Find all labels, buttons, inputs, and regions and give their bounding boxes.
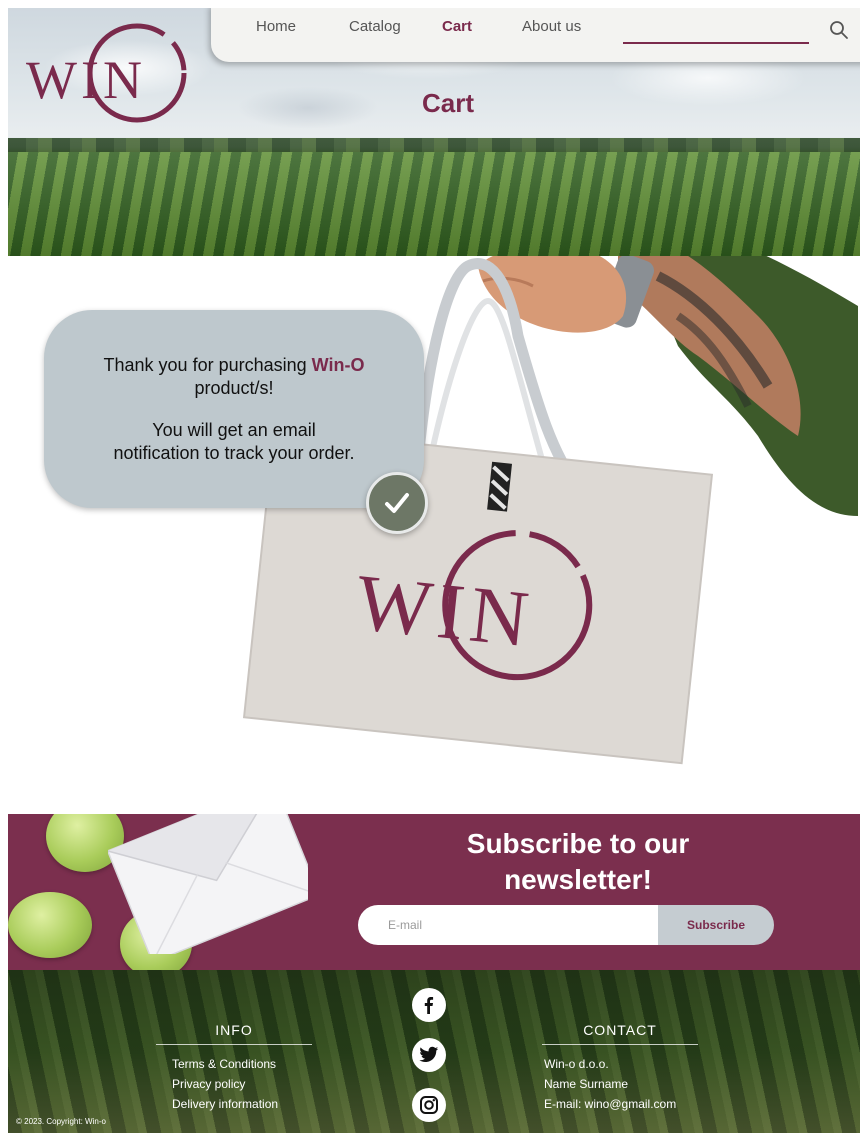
- social-links: [412, 988, 448, 1133]
- page-title: Cart: [421, 88, 474, 118]
- contact-email[interactable]: E-mail: wino@gmail.com: [544, 1097, 698, 1111]
- privacy-link[interactable]: Privacy policy: [172, 1077, 312, 1091]
- newsletter-title: Subscribe to our newsletter!: [466, 828, 690, 895]
- footer-info-heading: Info: [215, 1022, 253, 1038]
- envelope-image: [108, 814, 308, 954]
- checkmark-icon: [385, 493, 409, 513]
- bag-logo-text: WIN: [352, 559, 538, 665]
- nav-catalog[interactable]: Catalog: [349, 18, 401, 35]
- search-icon[interactable]: [829, 20, 849, 40]
- footer-contact: Contact Win-o d.o.o. Name Surname E-mail…: [542, 1022, 698, 1117]
- treeline: [8, 138, 860, 152]
- top-navbar: Home Catalog Cart About us: [211, 8, 860, 62]
- subscribe-button[interactable]: Subscribe: [658, 905, 774, 945]
- footer-contact-heading: Contact: [583, 1022, 657, 1038]
- nav-cart[interactable]: Cart: [442, 18, 472, 35]
- delivery-link[interactable]: Delivery information: [172, 1097, 312, 1111]
- facebook-icon[interactable]: [412, 988, 446, 1022]
- brand-name: Win-O: [311, 355, 365, 375]
- footer: Info Terms & Conditions Privacy policy D…: [8, 970, 860, 1133]
- page: WIN Home Catalog Cart About us Cart WIN …: [8, 8, 860, 1133]
- checkmark-badge: [366, 472, 428, 534]
- instagram-icon[interactable]: [412, 1088, 446, 1122]
- footer-info: Info Terms & Conditions Privacy policy D…: [156, 1022, 312, 1117]
- cart-confirmation: WIN Thank you for purchasing Win-O produ…: [8, 256, 860, 816]
- copyright: © 2023. Copyright: Win-o: [16, 1117, 106, 1126]
- message-line2: product/s!: [194, 377, 274, 398]
- message-line4: notification to track your order.: [113, 442, 355, 463]
- search-input[interactable]: [623, 42, 809, 44]
- newsletter-email-input[interactable]: [358, 905, 658, 945]
- newsletter-form: Subscribe: [358, 905, 774, 945]
- message-line1: Thank you for purchasing: [103, 355, 312, 375]
- contact-name: Name Surname: [544, 1077, 629, 1091]
- contact-company: Win-o d.o.o.: [544, 1057, 609, 1071]
- terms-link[interactable]: Terms & Conditions: [172, 1057, 312, 1071]
- confirmation-message: Thank you for purchasing Win-O product/s…: [44, 310, 424, 508]
- twitter-icon[interactable]: [412, 1038, 446, 1072]
- newsletter-section: Subscribe to our newsletter! Subscribe: [8, 814, 860, 970]
- nav-home[interactable]: Home: [256, 18, 296, 35]
- grape-image: [8, 892, 92, 958]
- message-line3: You will get an email: [152, 420, 316, 440]
- hero-banner: WIN Home Catalog Cart About us Cart: [8, 8, 860, 256]
- nav-about-us[interactable]: About us: [522, 18, 581, 35]
